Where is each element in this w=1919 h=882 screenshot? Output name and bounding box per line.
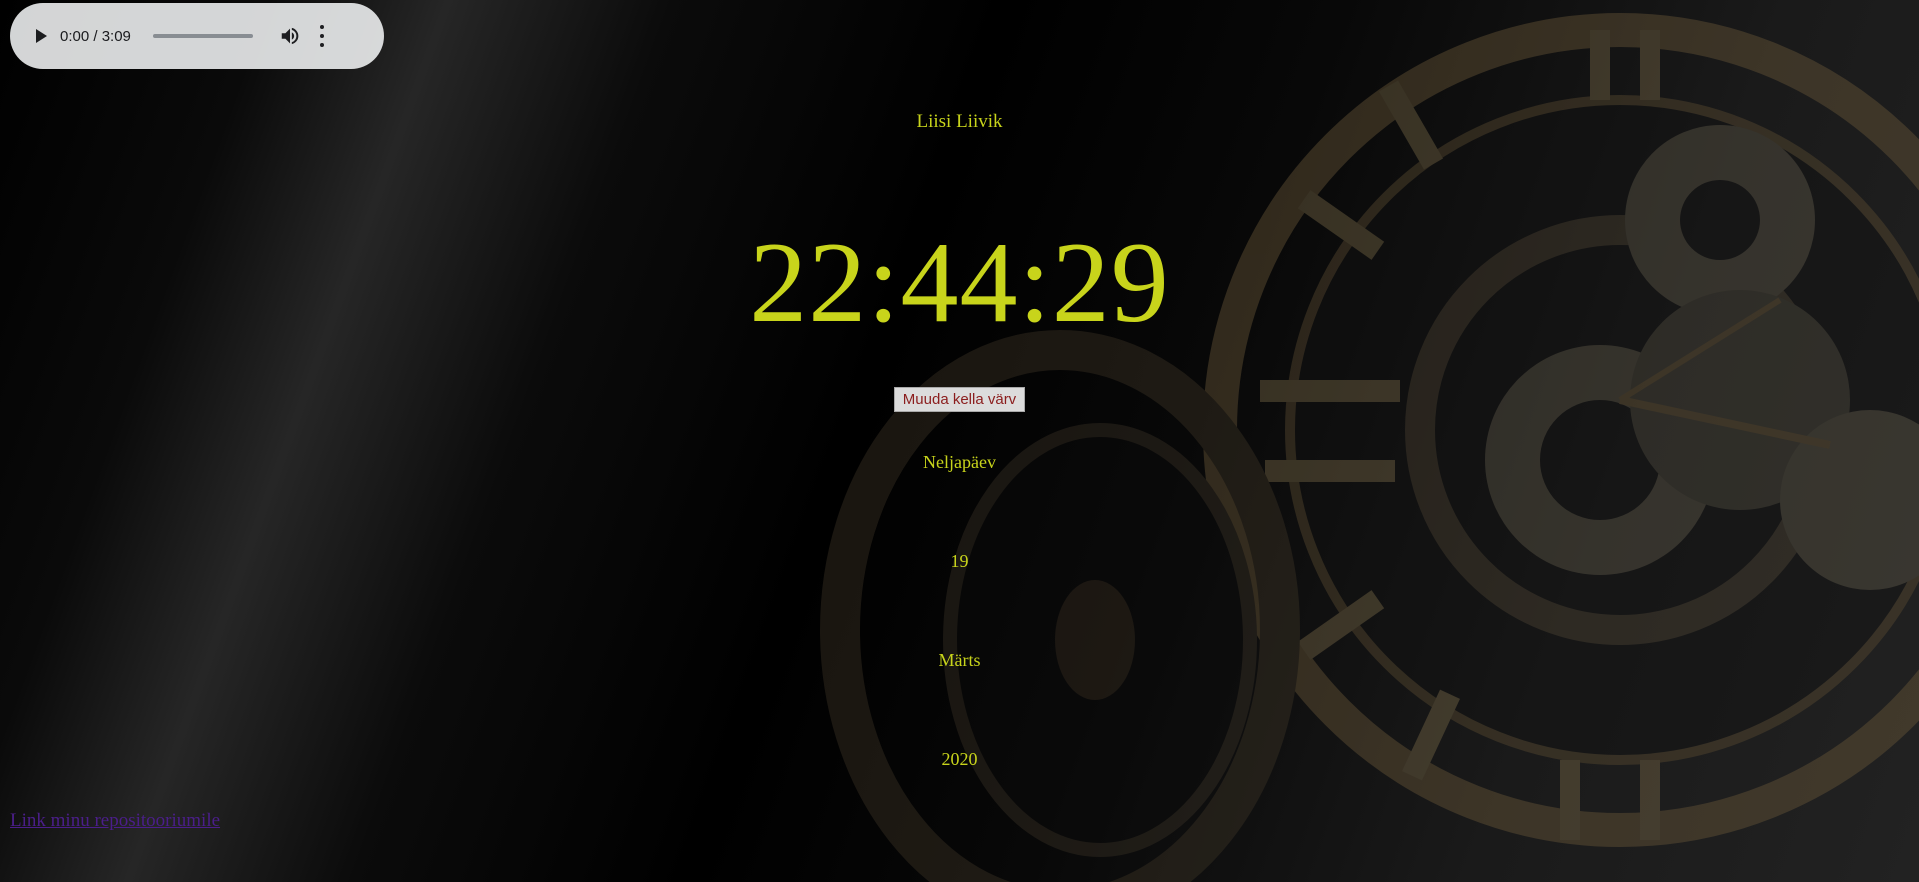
repository-link[interactable]: Link minu repositooriumile [10,810,220,832]
volume-icon[interactable] [279,25,301,47]
day-of-month: 19 [950,551,969,571]
button-row: Muuda kella värv [0,387,1919,412]
change-clock-color-button[interactable]: Muuda kella värv [893,387,1026,412]
month: Märts [938,650,981,670]
year: 2020 [941,749,978,769]
author-name: Liisi Liivik [916,111,1003,132]
audio-player[interactable]: 0:00 / 3:09 [10,3,384,69]
more-vert-icon[interactable] [319,25,325,47]
audio-time: 0:00 / 3:09 [60,27,131,45]
weekday: Neljapäev [923,452,996,472]
digital-clock: 22:44:29 [749,219,1170,347]
audio-seek-bar[interactable] [152,34,253,38]
play-icon[interactable] [36,29,47,43]
